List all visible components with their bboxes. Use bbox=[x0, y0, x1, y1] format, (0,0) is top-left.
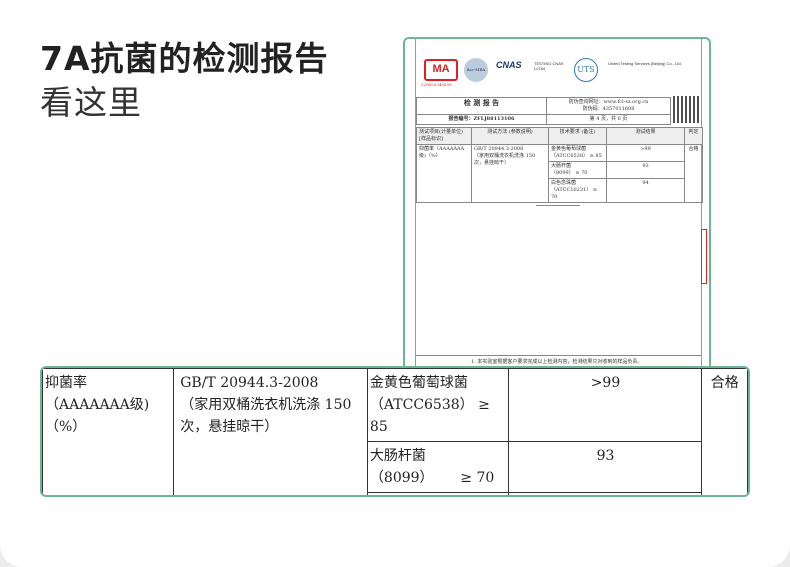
doc-req: ≥ 85 bbox=[589, 153, 602, 159]
cnas-logo: CNAS bbox=[496, 60, 522, 70]
requirement-strain: （8099） bbox=[369, 470, 434, 486]
test-result: 93 bbox=[508, 441, 703, 493]
test-result: 94 bbox=[508, 492, 703, 495]
doc-result: 94 bbox=[606, 178, 685, 203]
doc-req-name: 白色念珠菌 bbox=[551, 180, 577, 186]
zoomed-results-table: 抑菌率（AAAAAAA级)（%） GB/T 20944.3-2008 （家用双桶洗… bbox=[40, 366, 750, 497]
divider bbox=[536, 205, 580, 206]
page-subtitle: 看这里 bbox=[40, 83, 142, 122]
report-image-frame: MA 220020349509 ilac-MRA CNAS TESTING CN… bbox=[403, 37, 711, 374]
test-result: >99 bbox=[508, 368, 703, 442]
doc-req: ≥ 70 bbox=[575, 170, 588, 176]
report-header-table: 检 测 报 告 防伪查询网址：www.fcl-sz.org.cn 防伪码：4357… bbox=[416, 97, 671, 125]
col-verdict: 判定 bbox=[684, 127, 703, 145]
report-document: MA 220020349509 ilac-MRA CNAS TESTING CN… bbox=[415, 39, 703, 374]
cnas-text: TESTING CNAS L0784 bbox=[534, 61, 564, 71]
query-url: 防伪查询网址：www.fcl-sz.org.cn bbox=[568, 99, 649, 105]
col-result: 测试结果 bbox=[606, 127, 685, 145]
page-card: 7A抗菌的检测报告 看这里 MA 220020349509 ilac-MRA C… bbox=[0, 0, 790, 567]
doc-req-name: 金黄色葡萄球菌 bbox=[551, 146, 587, 152]
report-number: 报告编号：ZFLJ88113106 bbox=[416, 114, 547, 125]
doc-req-strain: （ATCC6538） bbox=[551, 153, 589, 159]
page-title: 7A抗菌的检测报告 bbox=[40, 39, 329, 78]
cma-number: 220020349509 bbox=[421, 82, 452, 87]
requirement-name: 大肠杆菌 bbox=[369, 448, 426, 464]
doc-verdict: 合格 bbox=[684, 144, 703, 203]
test-method-note: （家用双桶洗衣机洗涤 150 次，悬挂晾干） bbox=[180, 397, 352, 435]
report-note: 1. 本实验室根据客户要求完成以上检测内容，检测结果只对收到的样品负责。 bbox=[416, 355, 701, 365]
requirement-name: 白色念珠菌 bbox=[370, 496, 507, 497]
doc-result: >99 bbox=[606, 144, 685, 162]
doc-method: GB/T 20944.3-2008 bbox=[474, 146, 524, 152]
requirement-name: 金黄色葡萄球菌 bbox=[369, 375, 468, 391]
doc-req-strain: （ATCC10231） bbox=[551, 187, 592, 193]
red-seal-stamp bbox=[701, 229, 707, 284]
test-item: 抑菌率（AAAAAAA级)（%） bbox=[42, 368, 175, 495]
col-method: 测试方法 (参数说明) bbox=[471, 127, 549, 145]
doc-req-name: 大肠杆菌 bbox=[551, 163, 572, 169]
page-count: 第 4 页，共 6 页 bbox=[546, 114, 671, 125]
doc-result: 93 bbox=[606, 161, 685, 179]
anti-fake-code: 防伪码：4357011608 bbox=[582, 106, 635, 112]
test-method: GB/T 20944.3-2008 bbox=[180, 375, 319, 391]
logo-row: MA 220020349509 ilac-MRA CNAS TESTING CN… bbox=[416, 57, 701, 87]
report-results-table: 测试项目(计量单位) [样品标识] 测试方法 (参数说明) 技术要求 (备注) … bbox=[416, 127, 703, 203]
doc-req-strain: （8099） bbox=[551, 170, 574, 176]
col-item: 测试项目(计量单位) [样品标识] bbox=[416, 127, 472, 145]
doc-item: 抑菌率（AAAAAAA级)（%） bbox=[416, 144, 472, 203]
uts-logo: UTS bbox=[574, 58, 598, 82]
requirement-strain: （ATCC6538） bbox=[369, 397, 474, 413]
ilac-logo: ilac-MRA bbox=[464, 58, 488, 82]
verdict: 合格 bbox=[701, 368, 748, 495]
doc-method-note: （家用双桶洗衣机洗涤 150 次，悬挂晾干） bbox=[474, 153, 536, 166]
qr-code bbox=[673, 96, 700, 123]
col-requirement: 技术要求 (备注) bbox=[548, 127, 607, 145]
requirement-value: ≥ 70 bbox=[460, 470, 495, 486]
report-heading: 检 测 报 告 bbox=[416, 97, 547, 115]
cma-logo: MA bbox=[424, 59, 458, 81]
uts-company: United Testing Services (Beijing) Co., L… bbox=[608, 61, 682, 66]
